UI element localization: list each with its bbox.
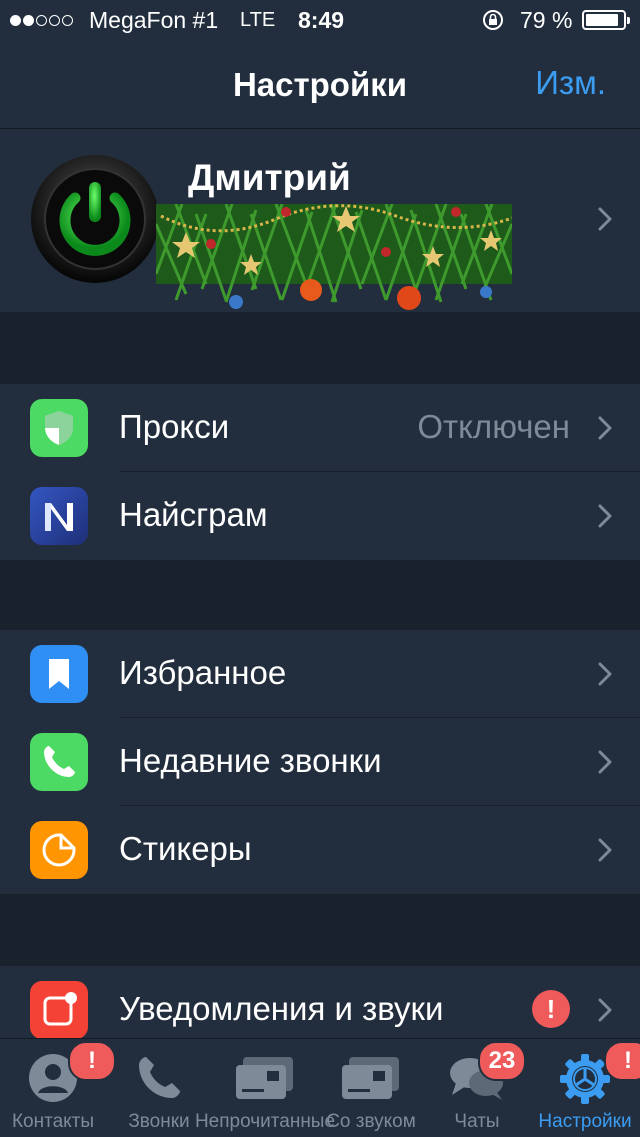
tab-label: Контакты [11,1111,95,1132]
nicegram-label: Найсграм [119,496,268,533]
alert-badge: ! [532,990,570,1028]
profile-row[interactable]: Дмитрий [0,129,640,312]
settings-section-main: Избранное Недавние звонки Стикеры [0,630,640,894]
recent-calls-row[interactable]: Недавние звонки [0,718,640,806]
settings-section-proxy: Прокси Отключен Найсграм [0,384,640,560]
stickers-row[interactable]: Стикеры [0,806,640,894]
tab-unread[interactable]: Непрочитанные [195,1039,335,1137]
tab-label: Чаты [454,1111,500,1132]
tab-chats[interactable]: 23 Чаты [424,1039,530,1137]
phone-icon [30,733,88,791]
proxy-label: Прокси [119,408,230,445]
network-type: LTE [240,9,276,31]
tab-label: Со звуком [326,1111,416,1132]
nicegram-icon [30,487,88,545]
tab-label: Настройки [538,1111,632,1132]
tab-label: Непрочитанные [194,1111,336,1132]
cards-icon [342,1057,399,1099]
battery-percent: 79 % [520,7,573,33]
battery-icon [582,10,630,30]
profile-name: Дмитрий [188,157,351,198]
proxy-status: Отключен [417,408,570,445]
notifications-label: Уведомления и звуки [119,990,444,1027]
carrier-name: MegaFon #1 [89,7,219,33]
chevron-right-icon [598,662,612,686]
shield-icon [30,399,88,457]
chevron-right-icon [598,207,612,231]
recent-calls-label: Недавние звонки [119,742,382,779]
chevron-right-icon [598,504,612,528]
status-bar: MegaFon #1 LTE 8:49 79 % [0,0,640,40]
bookmark-icon [30,645,88,703]
notification-icon [30,981,88,1039]
proxy-row[interactable]: Прокси Отключен [0,384,640,472]
nicegram-row[interactable]: Найсграм [0,472,640,560]
cards-icon [236,1057,293,1099]
navigation-bar: Настройки Изм. [0,40,640,129]
tab-badge: ! [604,1041,640,1081]
chevron-right-icon [598,750,612,774]
tab-label: Звонки [128,1111,190,1132]
tab-with-sound[interactable]: Со звуком [318,1039,424,1137]
tab-bar: ! Контакты Звонки Непрочитанные Со звуко… [0,1038,640,1137]
phone-icon [139,1057,180,1098]
stickers-label: Стикеры [119,830,252,867]
power-icon [31,155,159,283]
edit-button[interactable]: Изм. [535,64,606,102]
saved-messages-row[interactable]: Избранное [0,630,640,718]
tab-badge: 23 [478,1041,526,1081]
sticker-icon [30,821,88,879]
tab-settings[interactable]: ! Настройки [530,1039,640,1137]
clock: 8:49 [298,7,345,33]
rotation-lock-icon [483,10,503,30]
chevron-right-icon [598,838,612,862]
christmas-garland-image [156,204,512,310]
signal-strength-icon [10,13,75,27]
saved-messages-label: Избранное [119,654,287,691]
tab-contacts[interactable]: ! Контакты [0,1039,116,1137]
chevron-right-icon [598,416,612,440]
chevron-right-icon [598,998,612,1022]
